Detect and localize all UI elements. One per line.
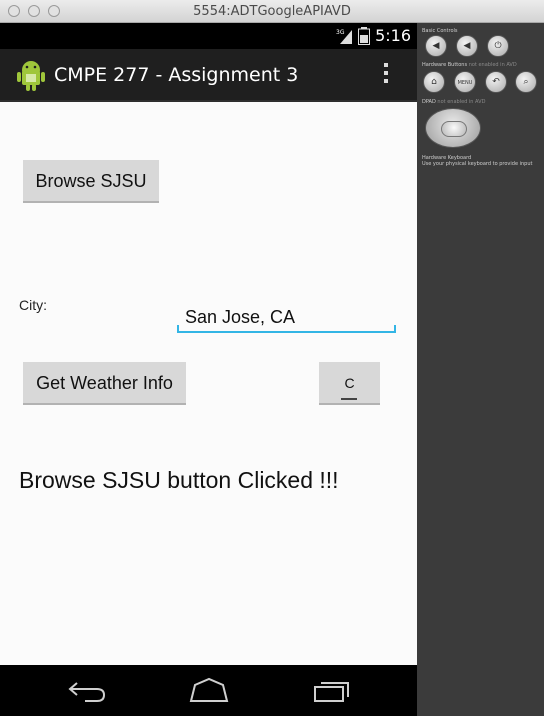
unit-underline (341, 398, 357, 400)
get-weather-info-button[interactable]: Get Weather Info (23, 362, 186, 405)
back-icon: ↶ (492, 77, 500, 87)
android-app-icon (17, 61, 45, 91)
hardware-buttons-heading: Hardware Buttons not enabled in AVD (422, 62, 517, 68)
dpad-label: DPAD (422, 99, 436, 105)
menu-label: MENU (457, 80, 473, 86)
city-input[interactable] (177, 303, 396, 333)
city-label: City: (19, 297, 47, 313)
hardware-back-button[interactable]: ↶ (485, 71, 507, 93)
window-titlebar: 5554:ADTGoogleAPIAVD (0, 0, 544, 23)
back-icon[interactable] (67, 677, 107, 703)
basic-controls-heading: Basic Controls (422, 28, 458, 34)
overflow-menu-icon[interactable] (381, 63, 391, 89)
emulator-controls-panel: Basic Controls ◀ ◀ ⏻ Hardware Buttons no… (417, 23, 544, 716)
status-bar: 3G 5:16 (0, 23, 417, 49)
browse-sjsu-button[interactable]: Browse SJSU (23, 160, 159, 203)
search-icon: ⌕ (523, 77, 529, 87)
temperature-unit-label: C (344, 375, 355, 391)
status-time: 5:16 (375, 26, 411, 45)
volume-up-icon: ◀ (463, 41, 471, 51)
emulator-screen: 3G 5:16 CMPE 277 - Assignment 3 Browse S… (0, 23, 417, 716)
volume-down-button[interactable]: ◀ (425, 35, 447, 57)
volume-down-icon: ◀ (432, 41, 440, 51)
action-bar: CMPE 277 - Assignment 3 (0, 49, 417, 102)
recent-apps-icon[interactable] (313, 677, 351, 703)
window-title: 5554:ADTGoogleAPIAVD (193, 4, 351, 19)
navigation-bar (0, 665, 417, 716)
temperature-unit-button[interactable]: C (319, 362, 380, 405)
dpad-heading: DPAD not enabled in AVD (422, 99, 485, 105)
signal-icon: 3G (336, 29, 352, 44)
app-title: CMPE 277 - Assignment 3 (54, 64, 299, 86)
battery-icon (358, 27, 370, 45)
input-right-tick (394, 325, 396, 333)
network-type: 3G (336, 29, 345, 36)
home-icon: ⌂ (431, 77, 437, 87)
dpad-control[interactable] (425, 108, 481, 148)
status-message: Browse SJSU button Clicked !!! (19, 467, 339, 493)
hardware-search-button[interactable]: ⌕ (515, 71, 537, 93)
hardware-home-button[interactable]: ⌂ (423, 71, 445, 93)
power-button[interactable]: ⏻ (487, 35, 509, 57)
hardware-keyboard-note: Use your physical keyboard to provide in… (422, 161, 533, 167)
hardware-buttons-label: Hardware Buttons (422, 62, 468, 68)
power-icon: ⏻ (494, 41, 502, 51)
volume-up-button[interactable]: ◀ (456, 35, 478, 57)
hardware-menu-button[interactable]: MENU (454, 71, 476, 93)
hardware-buttons-note: not enabled in AVD (468, 62, 517, 68)
dpad-note: not enabled in AVD (437, 99, 486, 105)
home-icon[interactable] (188, 677, 230, 703)
dpad-center-button[interactable] (441, 121, 467, 137)
input-left-tick (177, 325, 179, 333)
